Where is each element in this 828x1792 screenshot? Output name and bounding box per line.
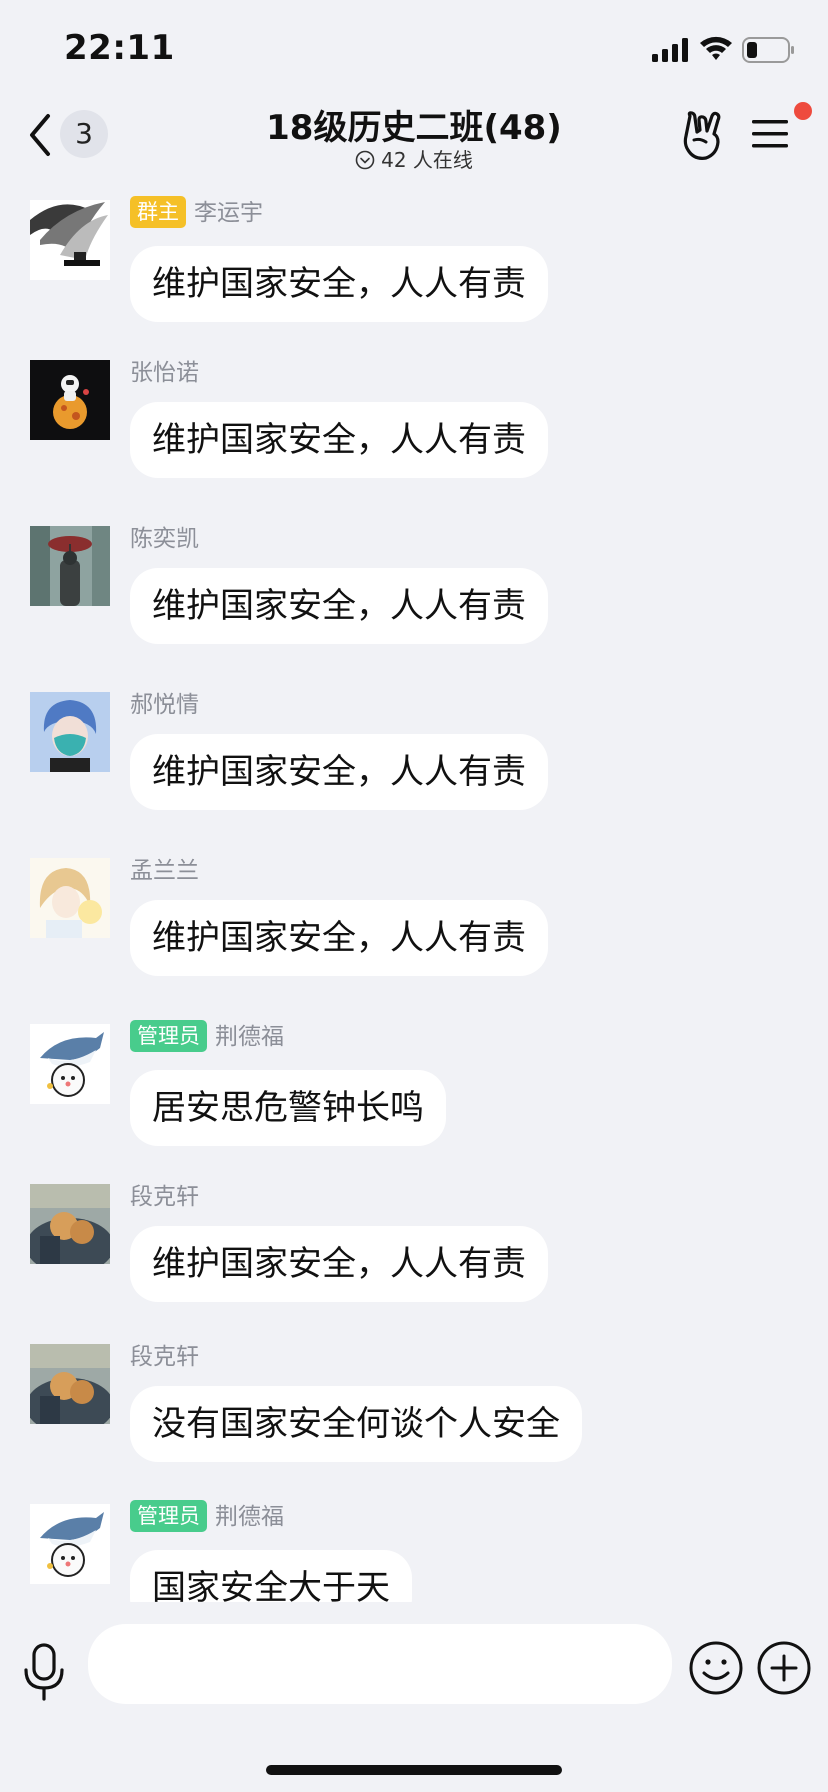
sender-name[interactable]: 李运宇 — [194, 196, 263, 230]
message-bubble[interactable]: 维护国家安全，人人有责 — [130, 734, 548, 810]
message-bubble[interactable]: 维护国家安全，人人有责 — [130, 568, 548, 644]
sender-name[interactable]: 张怡诺 — [130, 356, 199, 390]
message-meta: 段克轩 — [130, 1340, 199, 1374]
avatar[interactable] — [30, 200, 110, 280]
avatar[interactable] — [30, 1344, 110, 1424]
avatar[interactable] — [30, 858, 110, 938]
unread-count-badge[interactable]: 3 — [60, 110, 108, 158]
message-input[interactable] — [88, 1624, 672, 1704]
admin-badge: 管理员 — [130, 1020, 207, 1052]
message-bubble[interactable]: 国家安全大于天 — [130, 1550, 412, 1602]
avatar[interactable] — [30, 360, 110, 440]
message-meta: 管理员 荆德福 — [130, 1500, 284, 1534]
wifi-icon — [700, 36, 732, 60]
sender-name[interactable]: 陈奕凯 — [130, 522, 199, 556]
message-bubble[interactable]: 维护国家安全，人人有责 — [130, 246, 548, 322]
message-meta: 郝悦情 — [130, 688, 199, 722]
emoji-icon[interactable] — [688, 1640, 744, 1696]
owner-badge: 群主 — [130, 196, 186, 228]
message-item: 群主 李运宇 维护国家安全，人人有责 — [0, 196, 828, 346]
home-indicator — [266, 1765, 562, 1775]
message-item: 郝悦情 维护国家安全，人人有责 — [0, 688, 828, 838]
message-item: 张怡诺 维护国家安全，人人有责 — [0, 356, 828, 506]
avatar[interactable] — [30, 692, 110, 772]
message-item: 段克轩 没有国家安全何谈个人安全 — [0, 1340, 828, 1490]
sender-name[interactable]: 荆德福 — [215, 1020, 284, 1054]
message-list[interactable]: 群主 李运宇 维护国家安全，人人有责 张怡诺 维护国家安全，人人有责 陈奕凯 维… — [0, 196, 828, 1602]
chat-header: 3 18级历史二班(48) 42 人在线 — [0, 96, 828, 186]
chevron-down-circle-icon — [355, 150, 375, 170]
message-bubble[interactable]: 居安思危警钟长鸣 — [130, 1070, 446, 1146]
message-item: 孟兰兰 维护国家安全，人人有责 — [0, 854, 828, 1004]
message-bubble[interactable]: 维护国家安全，人人有责 — [130, 900, 548, 976]
avatar[interactable] — [30, 1504, 110, 1584]
message-item: 管理员 荆德福 居安思危警钟长鸣 — [0, 1020, 828, 1170]
avatar[interactable] — [30, 1184, 110, 1264]
message-meta: 段克轩 — [130, 1180, 199, 1214]
message-meta: 群主 李运宇 — [130, 196, 263, 230]
message-bubble[interactable]: 维护国家安全，人人有责 — [130, 402, 548, 478]
admin-badge: 管理员 — [130, 1500, 207, 1532]
rock-hand-icon[interactable] — [680, 110, 726, 162]
notification-dot — [794, 102, 812, 120]
online-count: 42 人在线 — [381, 148, 473, 172]
input-bar — [0, 1602, 828, 1732]
online-status[interactable]: 42 人在线 — [150, 144, 678, 173]
message-item: 段克轩 维护国家安全，人人有责 — [0, 1180, 828, 1330]
sender-name[interactable]: 段克轩 — [130, 1180, 199, 1214]
signal-icon — [652, 38, 688, 62]
microphone-icon[interactable] — [22, 1642, 66, 1702]
sender-name[interactable]: 郝悦情 — [130, 688, 199, 722]
menu-icon[interactable] — [750, 114, 790, 154]
sender-name[interactable]: 段克轩 — [130, 1340, 199, 1374]
sender-name[interactable]: 荆德福 — [215, 1500, 284, 1534]
message-meta: 管理员 荆德福 — [130, 1020, 284, 1054]
message-meta: 陈奕凯 — [130, 522, 199, 556]
message-meta: 孟兰兰 — [130, 854, 199, 888]
message-item: 管理员 荆德福 国家安全大于天 — [0, 1500, 828, 1602]
group-title[interactable]: 18级历史二班(48) — [150, 100, 678, 149]
status-time: 22:11 — [64, 28, 175, 68]
message-meta: 张怡诺 — [130, 356, 199, 390]
sender-name[interactable]: 孟兰兰 — [130, 854, 199, 888]
message-bubble[interactable]: 维护国家安全，人人有责 — [130, 1226, 548, 1302]
message-item: 陈奕凯 维护国家安全，人人有责 — [0, 522, 828, 672]
avatar[interactable] — [30, 1024, 110, 1104]
avatar[interactable] — [30, 526, 110, 606]
status-bar: 22:11 — [0, 0, 828, 100]
plus-icon[interactable] — [756, 1640, 812, 1696]
chevron-left-icon[interactable] — [26, 110, 56, 160]
battery-icon — [742, 37, 794, 63]
message-bubble[interactable]: 没有国家安全何谈个人安全 — [130, 1386, 582, 1462]
